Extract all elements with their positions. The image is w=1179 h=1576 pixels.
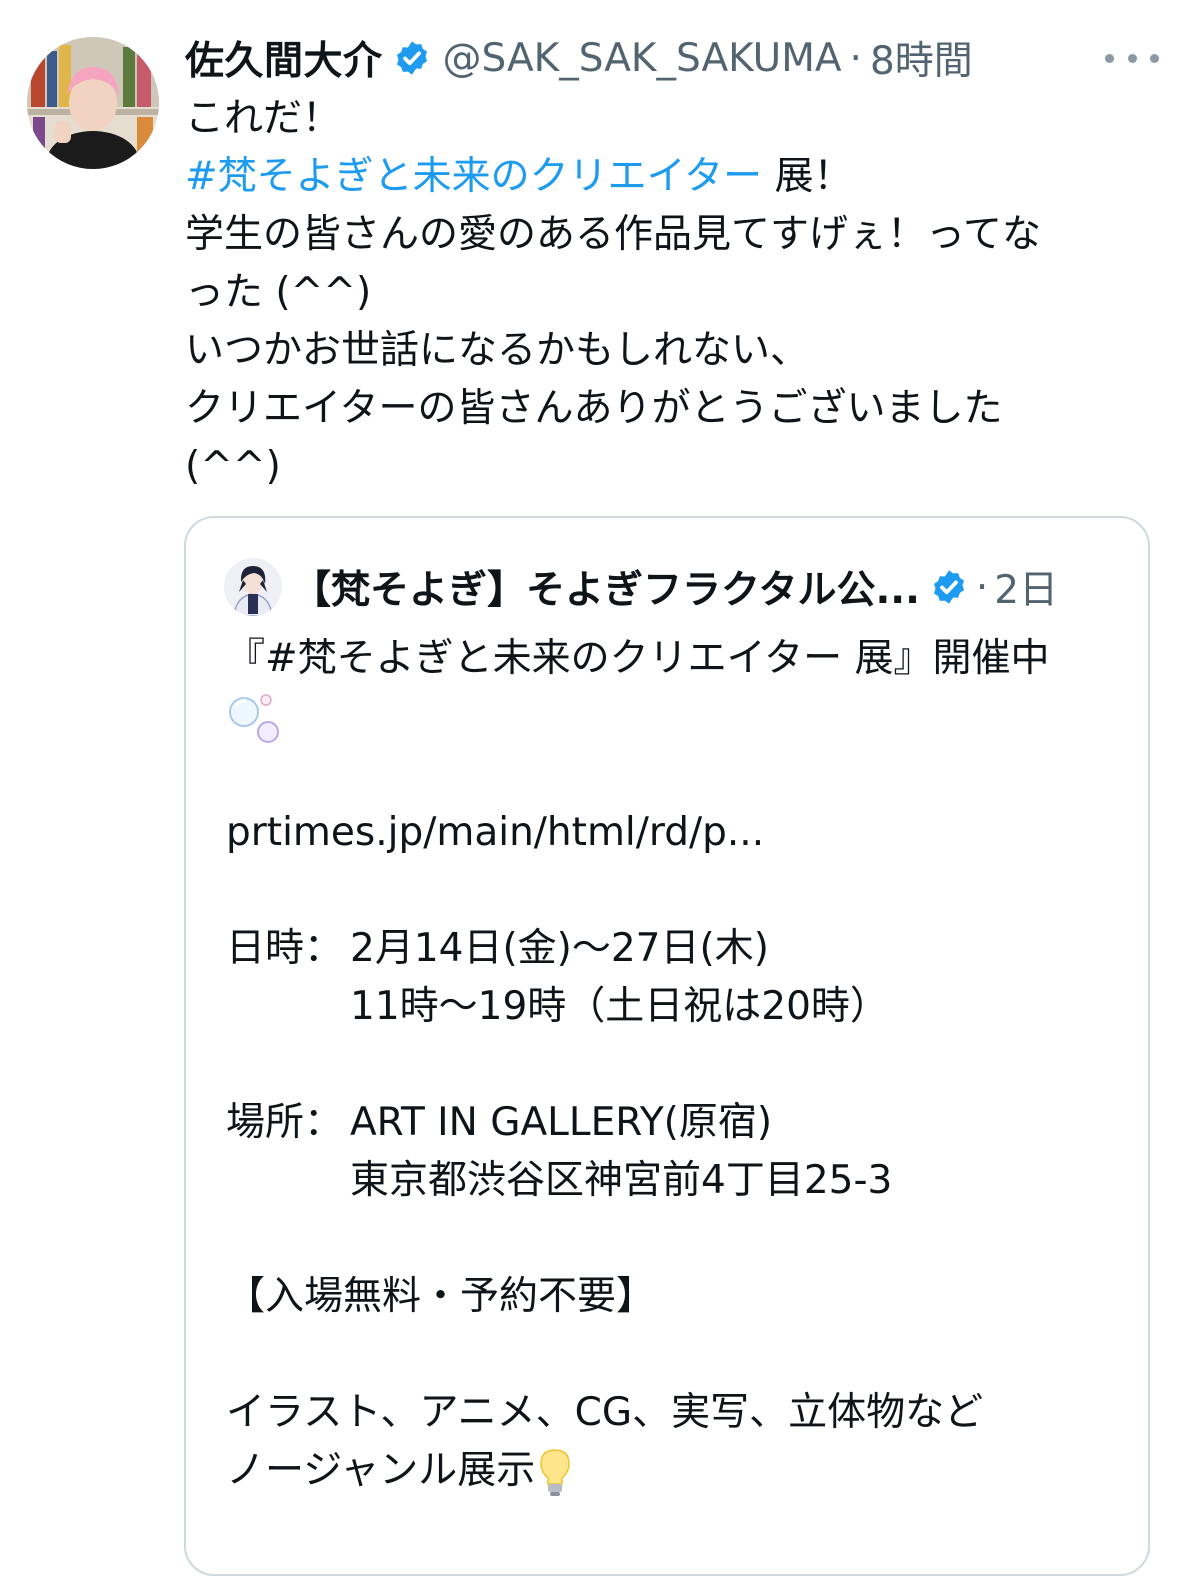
tweet-line-text: 展！: [762, 154, 853, 199]
tweet-line: いつかお世話になるかもしれない、: [185, 328, 810, 373]
quoted-tweet-timestamp[interactable]: 2日: [994, 559, 1058, 615]
quoted-tweet-text: 『#梵そよぎと未来のクリエイター 展』開催中 prtimes.jp/main/h…: [226, 630, 1126, 1500]
author-avatar[interactable]: [27, 37, 159, 169]
tweet-line: #梵そよぎと未来のクリエイター 展！: [185, 148, 1145, 206]
quoted-author-avatar[interactable]: [224, 558, 282, 616]
quote-line: イラスト、アニメ、CG、実写、立体物など: [226, 1390, 984, 1435]
quote-notice: 【入場無料・予約不要】: [226, 1274, 656, 1319]
date-value: 2月14日(金)〜27日(木): [350, 926, 769, 971]
quote-line: 日時： 2月14日(金)〜27日(木): [226, 920, 1126, 978]
quoted-author-name[interactable]: 【梵そよぎ】そよぎフラクタル公...: [292, 559, 920, 615]
genre-line-2: ノージャンル展示: [226, 1448, 536, 1493]
quote-line: 『#梵そよぎと未来のクリエイター 展』開催中: [226, 636, 1050, 681]
tweet-line: 学生の皆さんの愛のある作品見てすげぇ！ってな: [185, 212, 1042, 257]
tweet-timestamp[interactable]: 8時間: [870, 30, 973, 86]
address-value: 東京都渋谷区神宮前4丁目25-3: [350, 1158, 893, 1203]
author-avatar-image: [27, 37, 159, 169]
tweet-line: クリエイターの皆さんありがとうございました: [185, 386, 1003, 431]
separator-dot: ·: [849, 35, 862, 81]
quote-emoji-line: [226, 688, 1126, 746]
quoted-tweet-card[interactable]: 【梵そよぎ】そよぎフラクタル公... · 2日 『#梵そよぎと未来のクリエイター…: [184, 516, 1150, 1576]
author-handle[interactable]: @SAK_SAK_SAKUMA: [443, 36, 842, 81]
quoted-avatar-image: [224, 558, 282, 616]
light-bulb-emoji: [540, 1449, 571, 1496]
tweet-line: これだ！: [185, 96, 342, 141]
bubbles-emoji: [229, 694, 279, 743]
tweet-text: これだ！ #梵そよぎと未来のクリエイター 展！ 学生の皆さんの愛のある作品見てす…: [185, 90, 1145, 496]
quote-line: 東京都渋谷区神宮前4丁目25-3: [226, 1152, 1126, 1210]
quoted-tweet-header: 【梵そよぎ】そよぎフラクタル公... · 2日: [224, 558, 1058, 616]
hours-value: 11時〜19時（土日祝は20時）: [350, 984, 889, 1029]
author-display-name[interactable]: 佐久間大介: [185, 30, 383, 86]
separator-dot: ·: [975, 564, 989, 610]
quote-line: 11時〜19時（土日祝は20時）: [226, 978, 1126, 1036]
tweet-header: 佐久間大介 @SAK_SAK_SAKUMA · 8時間: [185, 30, 1159, 86]
verified-badge-icon: [933, 570, 964, 604]
place-label: 場所：: [226, 1100, 344, 1145]
quote-line: 場所： ART IN GALLERY(原宿): [226, 1094, 1126, 1152]
tweet-line: った (^^): [185, 270, 372, 315]
quote-line: ノージャンル展示: [226, 1442, 1126, 1500]
date-label: 日時：: [226, 926, 344, 971]
place-value: ART IN GALLERY(原宿): [350, 1100, 773, 1145]
tweet-line: (^^): [185, 444, 281, 489]
quote-link[interactable]: prtimes.jp/main/html/rd/p...: [226, 804, 1126, 862]
hashtag-link[interactable]: #梵そよぎと未来のクリエイター: [185, 154, 762, 199]
verified-badge-icon: [396, 41, 427, 75]
more-icon[interactable]: [1105, 38, 1159, 78]
